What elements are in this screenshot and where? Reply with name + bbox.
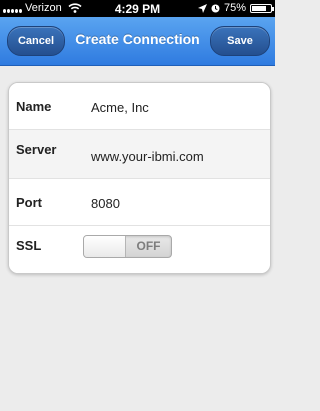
port-field[interactable]: 8080 [91, 196, 120, 211]
name-field[interactable]: Acme, Inc [91, 100, 149, 115]
battery-percent: 75% [223, 2, 246, 14]
ssl-row: SSL OFF [9, 226, 270, 273]
port-label: Port [16, 195, 42, 210]
port-row[interactable]: Port 8080 [9, 179, 270, 226]
name-label: Name [16, 99, 52, 114]
battery-icon [250, 3, 274, 13]
server-row[interactable]: Server www.your-ibmi.com [9, 130, 270, 179]
status-bar: Verizon 4:29 PM 75% [0, 0, 275, 17]
toggle-state-text: OFF [136, 239, 161, 253]
ssl-label: SSL [16, 238, 42, 253]
connection-form: Name Acme, Inc Server www.your-ibmi.com … [8, 82, 271, 274]
battery-fill [252, 5, 266, 11]
navigation-bar: Cancel Create Connection Save [0, 17, 275, 66]
status-right: 75% [197, 2, 274, 14]
toggle-knob[interactable] [84, 236, 126, 257]
location-arrow-icon [197, 3, 207, 13]
server-label: Server [16, 142, 57, 157]
alarm-clock-icon [211, 4, 220, 12]
server-field[interactable]: www.your-ibmi.com [91, 149, 204, 164]
ssl-toggle[interactable]: OFF [83, 235, 172, 258]
name-row[interactable]: Name Acme, Inc [9, 83, 270, 130]
save-button[interactable]: Save [210, 26, 270, 56]
